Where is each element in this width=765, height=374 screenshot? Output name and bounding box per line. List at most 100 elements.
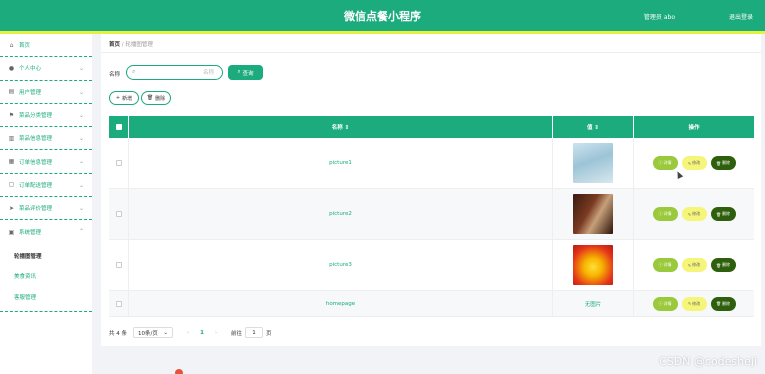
row-checkbox[interactable]: [115, 211, 122, 217]
edit-button-label: 修改: [692, 300, 701, 306]
sidebar-subitem-food-news[interactable]: 美食资讯: [0, 266, 92, 287]
sidebar-item-order-delivery[interactable]: ▢ 订单配送管理 ⌄: [0, 174, 92, 198]
sidebar-item-home[interactable]: ⌂ 首页: [0, 34, 92, 58]
edit-button[interactable]: ✎ 修改: [681, 207, 707, 221]
row-checkbox[interactable]: [115, 160, 122, 166]
edit-button-label: 修改: [692, 160, 701, 165]
row-actions: ⓘ 详情 ✎ 修改 🗑 删除: [634, 240, 754, 290]
row-thumbnail[interactable]: [573, 143, 613, 183]
trash-icon: 🗑: [715, 160, 722, 166]
query-button-label: 查询: [242, 70, 254, 77]
goto-suffix: 页: [266, 330, 272, 337]
table-row: picture3 ⓘ 详情 ✎ 修改 🗑 删除: [109, 240, 754, 291]
select-all-checkbox[interactable]: [115, 124, 122, 130]
delete-button[interactable]: 🗑 删除: [710, 207, 736, 221]
send-icon: ➤: [8, 204, 15, 212]
row-name: homepage: [129, 291, 553, 316]
order-icon: ▦: [8, 158, 15, 166]
current-user[interactable]: 管理员 abo: [644, 12, 675, 21]
row-actions: ⓘ 详情 ✎ 修改 🗑 删除: [634, 138, 754, 188]
prev-page-icon[interactable]: ‹: [181, 330, 195, 336]
delete-button[interactable]: 🗑 删除: [710, 258, 736, 272]
home-icon: ⌂: [9, 41, 14, 49]
search-label: 名称: [109, 72, 121, 78]
delete-button-label: 删除: [722, 300, 731, 306]
plus-icon: +: [115, 95, 121, 101]
page-number[interactable]: 1: [195, 330, 209, 336]
next-page-icon[interactable]: ›: [209, 330, 223, 336]
sidebar-subitem-customer-service[interactable]: 客服管理: [0, 287, 92, 308]
user-icon: ●: [8, 64, 15, 72]
select-all-cell: [109, 116, 129, 138]
box-icon: ▢: [8, 181, 15, 189]
breadcrumb-home[interactable]: 首页: [109, 42, 120, 48]
detail-button-label: 详情: [663, 262, 672, 267]
total-count: 共 4 条: [109, 330, 127, 337]
edit-button[interactable]: ✎ 修改: [681, 258, 707, 272]
sidebar-item-dish-category[interactable]: ⚑ 菜品分类管理 ⌄: [0, 104, 92, 128]
goto-page-input[interactable]: 1: [245, 327, 264, 338]
list-icon: ▤: [8, 88, 15, 96]
page-size-value: 10条/页: [138, 330, 158, 337]
column-header-name[interactable]: 名称 ⇕: [129, 116, 553, 138]
info-icon: ⓘ: [658, 160, 663, 165]
sidebar-item-label: 首页: [19, 43, 31, 50]
batch-delete-button[interactable]: 🗑 删除: [141, 91, 171, 105]
row-value: 无图片: [553, 291, 634, 316]
row-thumbnail[interactable]: [573, 245, 613, 285]
edit-button[interactable]: ✎ 修改: [681, 156, 707, 170]
chevron-down-icon: ⌄: [78, 135, 84, 143]
detail-button[interactable]: ⓘ 详情: [652, 207, 678, 221]
table-row: picture1 ⓘ 详情 ✎ 修改 🗑 删除: [109, 138, 754, 189]
delete-button-label: 删除: [722, 160, 731, 165]
sidebar-item-label: 订单配送管理: [19, 182, 53, 189]
row-value-cell: [553, 138, 634, 188]
row-checkbox[interactable]: [115, 262, 122, 268]
trash-icon: 🗑: [715, 262, 722, 268]
pencil-icon: ✎: [687, 301, 692, 306]
sidebar-item-dish-info[interactable]: ▥ 菜品信息管理 ⌄: [0, 127, 92, 151]
row-thumbnail[interactable]: [573, 194, 613, 234]
sidebar-item-dish-review[interactable]: ➤ 菜品评价管理 ⌄: [0, 197, 92, 221]
row-select-cell: [109, 189, 129, 239]
sidebar-item-order-info[interactable]: ▦ 订单信息管理 ⌄: [0, 150, 92, 174]
page-size-select[interactable]: 10条/页 ⌄: [133, 327, 173, 338]
sidebar-item-users[interactable]: ▤ 用户管理 ⌄: [0, 81, 92, 104]
row-name: picture3: [129, 240, 553, 290]
column-header-value[interactable]: 值 ⇕: [553, 116, 634, 138]
detail-button[interactable]: ⓘ 详情: [652, 296, 678, 311]
breadcrumb-current: 轮播图管理: [125, 42, 153, 48]
chevron-down-icon: ⌄: [163, 329, 168, 336]
logout-link[interactable]: 退出登录: [729, 12, 753, 21]
sidebar-item-system[interactable]: ▣ 系统管理 ⌃: [0, 220, 92, 243]
chevron-down-icon: ⌄: [78, 181, 84, 189]
detail-button[interactable]: ⓘ 详情: [652, 258, 678, 272]
edit-button-label: 修改: [692, 262, 701, 267]
sidebar-item-label: 菜品分类管理: [19, 113, 53, 120]
data-table: 名称 ⇕ 值 ⇕ 操作 picture1 ⓘ 详情 ✎ 修改 🗑 删除 picture…: [109, 116, 754, 317]
row-checkbox[interactable]: [115, 300, 122, 307]
chevron-up-icon: ⌃: [78, 228, 84, 236]
search-input[interactable]: [126, 65, 223, 80]
detail-button[interactable]: ⓘ 详情: [652, 156, 678, 170]
pencil-icon: ✎: [687, 262, 692, 268]
table-row: homepage 无图片 ⓘ 详情 ✎ 修改 🗑 删除: [109, 291, 754, 317]
detail-button-label: 详情: [663, 211, 672, 216]
trash-icon: 🗑: [146, 95, 154, 101]
edit-button[interactable]: ✎ 修改: [681, 296, 707, 311]
delete-button[interactable]: 🗑 删除: [710, 156, 736, 170]
chevron-down-icon: ⌄: [78, 205, 84, 213]
pencil-icon: ✎: [687, 211, 692, 217]
row-actions: ⓘ 详情 ✎ 修改 🗑 删除: [634, 189, 754, 239]
sidebar-subitem-carousel[interactable]: 轮播图管理: [0, 246, 92, 267]
row-value-cell: [553, 240, 634, 290]
sidebar-item-profile[interactable]: ● 个人中心 ⌄: [0, 57, 92, 81]
sidebar-item-label: 用户管理: [19, 89, 42, 96]
query-button[interactable]: ⌕ 查询: [228, 65, 263, 80]
delete-button[interactable]: 🗑 删除: [710, 296, 736, 311]
watermark: CSDN @codesheji: [659, 355, 757, 368]
trash-icon: 🗑: [715, 211, 722, 217]
row-value-cell: [553, 189, 634, 239]
add-button[interactable]: + 新增: [109, 91, 139, 105]
breadcrumb-separator: /: [121, 42, 124, 48]
